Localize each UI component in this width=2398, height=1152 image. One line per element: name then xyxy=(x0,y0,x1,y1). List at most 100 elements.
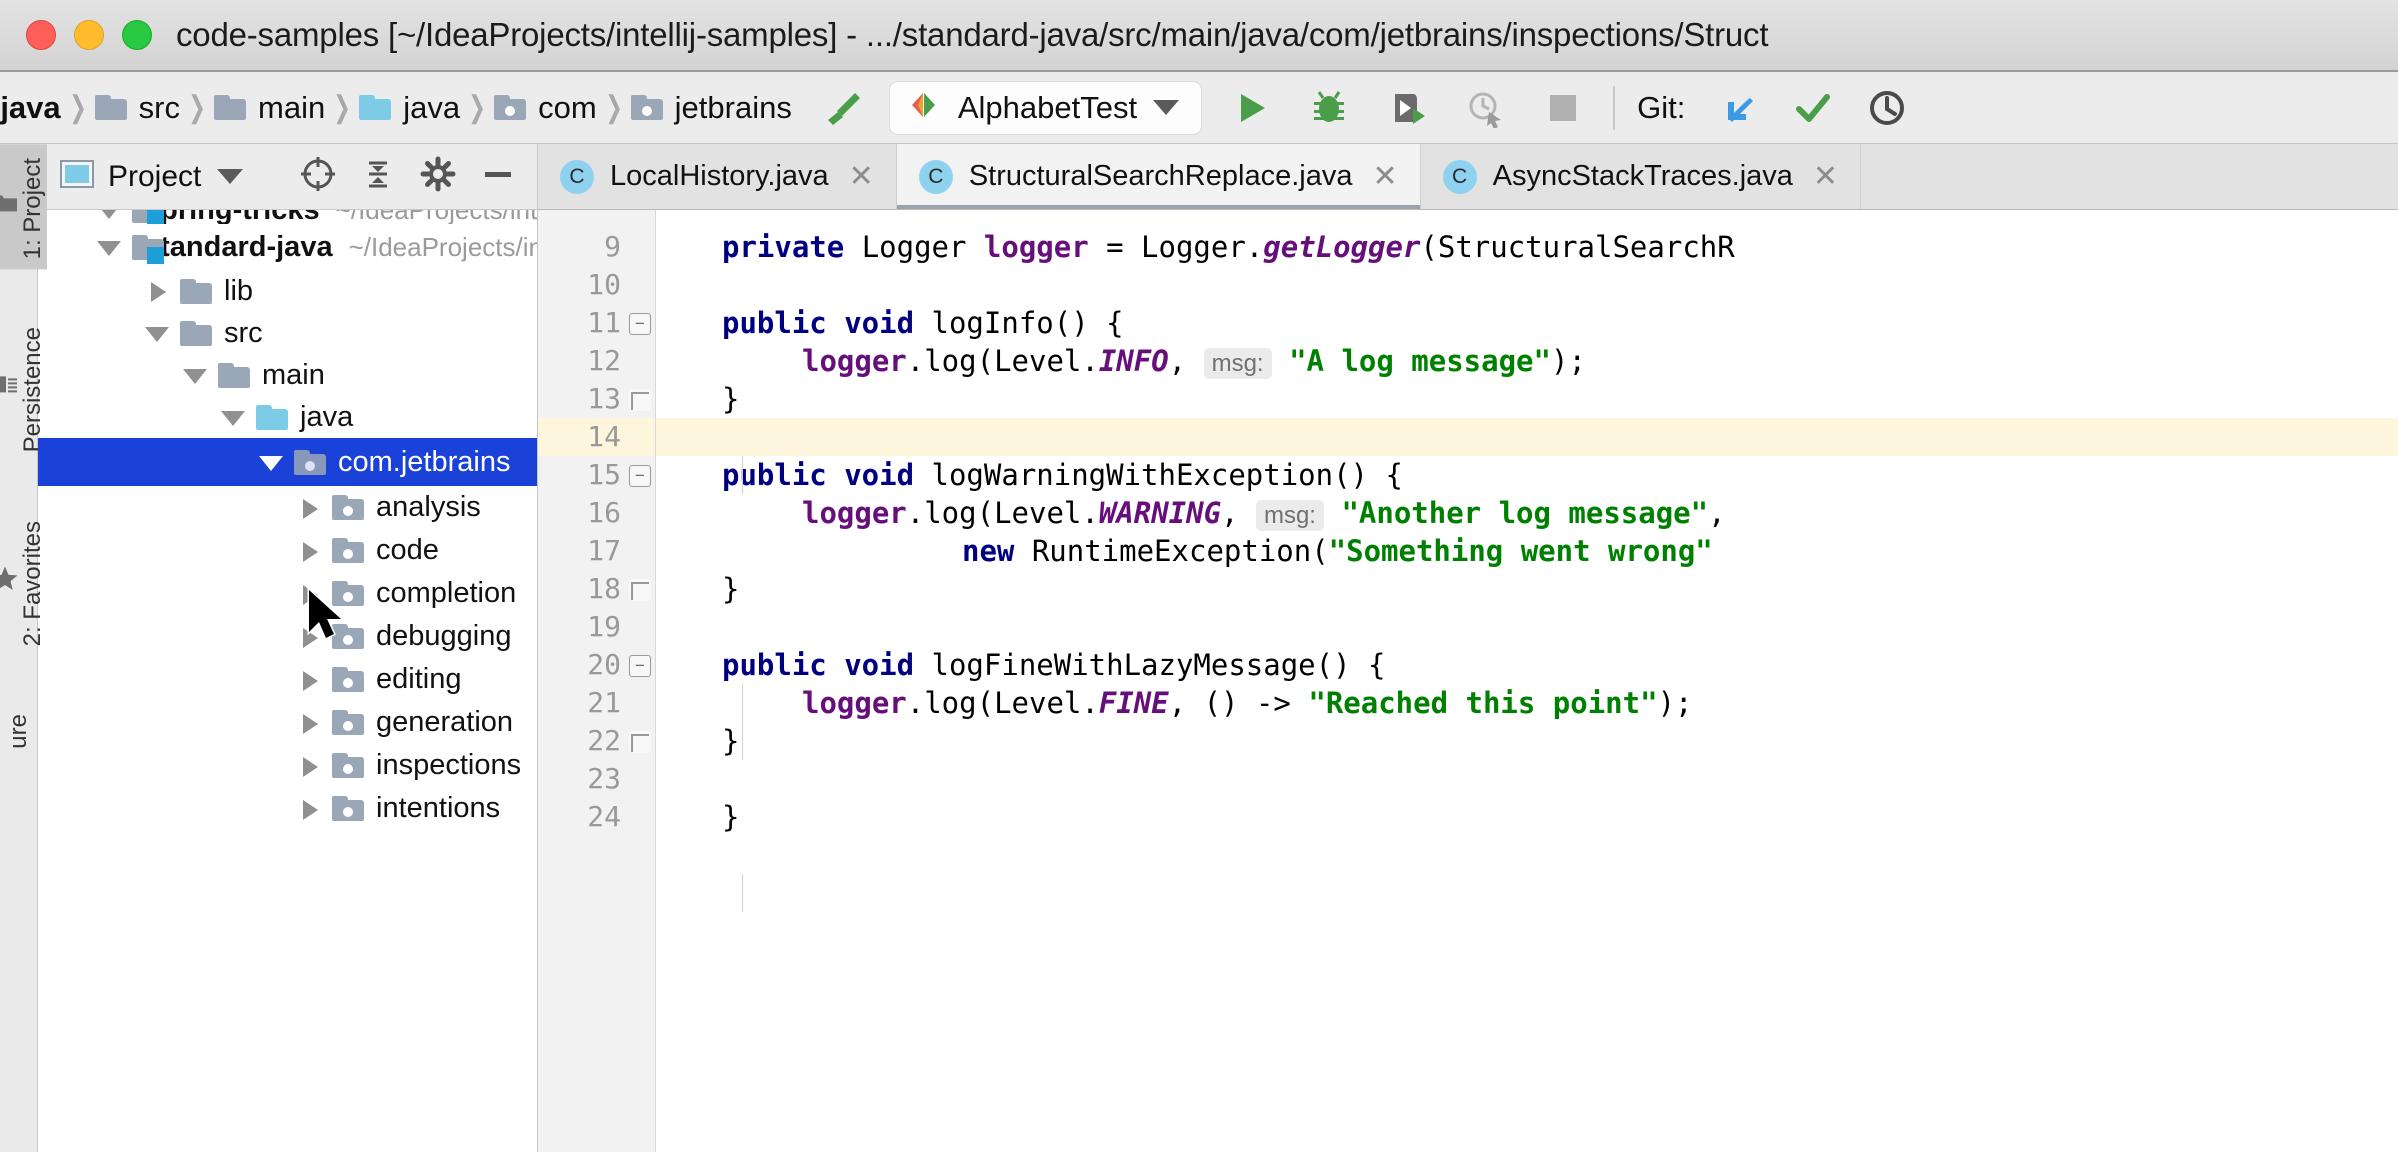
debug-button[interactable] xyxy=(1301,80,1357,136)
java-class-icon: C xyxy=(919,160,953,194)
tree-node[interactable]: intentions xyxy=(38,787,537,830)
code-token: public void xyxy=(722,648,932,682)
fold-end-icon[interactable] xyxy=(629,579,651,601)
folder-icon xyxy=(95,95,127,120)
close-window-button[interactable] xyxy=(26,20,56,50)
chevron-down-icon[interactable] xyxy=(217,169,243,184)
tree-node[interactable]: standard-java ~/IdeaProjects/in xyxy=(38,224,537,270)
tree-node[interactable]: lib xyxy=(38,270,537,312)
tree-node-label: spring-tricks xyxy=(144,210,320,224)
breadcrumb: -java ❯ src ❯ main ❯ java ❯ com ❯ xyxy=(0,90,796,126)
window-title-bar: code-samples [~/IdeaProjects/intellij-sa… xyxy=(0,0,2398,72)
fold-end-icon[interactable] xyxy=(629,389,651,411)
tree-node[interactable]: inspections xyxy=(38,744,537,787)
breadcrumb-item-module[interactable]: -java xyxy=(0,90,65,126)
tree-node[interactable]: completion xyxy=(38,572,537,615)
code-line: new RuntimeException("Something went wro… xyxy=(656,532,2398,570)
chevron-right-icon[interactable] xyxy=(296,796,322,822)
tree-node[interactable]: spring-tricks ~/IdeaProjects/int xyxy=(38,210,537,224)
chevron-right-icon[interactable] xyxy=(296,495,322,521)
project-panel-title: Project xyxy=(108,160,201,194)
code-token: (StructuralSearchR xyxy=(1420,230,1734,264)
tree-node-selected[interactable]: com.jetbrains xyxy=(38,438,537,486)
minus-icon[interactable] xyxy=(479,155,517,198)
tree-node[interactable]: java xyxy=(38,396,537,438)
tree-node[interactable]: editing xyxy=(38,658,537,701)
chevron-down-icon[interactable] xyxy=(1153,100,1179,115)
close-icon[interactable]: ✕ xyxy=(1813,159,1838,194)
editor-tab-asyncstacktraces[interactable]: C AsyncStackTraces.java ✕ xyxy=(1421,144,1861,209)
stop-button[interactable] xyxy=(1535,80,1591,136)
crosshair-target-icon[interactable] xyxy=(299,155,337,198)
code-line: } xyxy=(656,570,2398,608)
chevron-down-icon[interactable] xyxy=(96,234,122,260)
gear-icon[interactable] xyxy=(419,155,457,198)
editor-tab-label: AsyncStackTraces.java xyxy=(1493,160,1793,193)
chevron-right-icon[interactable] xyxy=(296,538,322,564)
code-line: logger.log(Level.INFO, msg: "A log messa… xyxy=(656,342,2398,380)
code-line: } xyxy=(656,722,2398,760)
chevron-down-icon[interactable] xyxy=(220,404,246,430)
code-token: "A log message" xyxy=(1289,344,1551,378)
editor-tab-localhistory[interactable]: C LocalHistory.java ✕ xyxy=(538,144,897,209)
editor-gutter[interactable]: 8 9 10 11 − 12 13 14 15 − 16 17 18 19 xyxy=(538,210,656,1152)
zoom-window-button[interactable] xyxy=(122,20,152,50)
chevron-right-icon[interactable] xyxy=(296,667,322,693)
code-token: logInfo() { xyxy=(932,306,1124,340)
code-token: logger xyxy=(802,686,907,720)
profile-button[interactable] xyxy=(1457,80,1513,136)
package-icon xyxy=(631,95,663,120)
left-tool-window-bar: 1: Project Persistence xyxy=(0,144,38,1152)
code-token: } xyxy=(722,382,739,416)
chevron-down-icon[interactable] xyxy=(182,362,208,388)
fold-collapse-icon[interactable]: − xyxy=(629,655,651,677)
chevron-down-icon[interactable] xyxy=(144,320,170,346)
tree-node[interactable]: generation xyxy=(38,701,537,744)
update-project-icon[interactable] xyxy=(1711,80,1767,136)
fold-collapse-icon[interactable]: − xyxy=(629,465,651,487)
fold-collapse-icon[interactable]: − xyxy=(629,313,651,335)
package-icon xyxy=(332,495,364,520)
tree-node-label: src xyxy=(224,317,263,350)
tree-node[interactable]: src xyxy=(38,312,537,354)
close-icon[interactable]: ✕ xyxy=(849,159,874,194)
tree-node[interactable]: analysis xyxy=(38,486,537,529)
breadcrumb-item-java[interactable]: java xyxy=(355,90,464,126)
breadcrumb-item-src[interactable]: src xyxy=(91,90,184,126)
run-configuration-selector[interactable]: AlphabetTest xyxy=(890,82,1201,134)
chevron-down-icon[interactable] xyxy=(258,449,284,475)
chevron-right-icon[interactable] xyxy=(144,278,170,304)
hammer-icon[interactable] xyxy=(822,87,864,129)
breadcrumb-label: src xyxy=(139,90,180,126)
code-token: RuntimeException( xyxy=(1032,534,1329,568)
code-text-area[interactable]: private Logger logger = Logger.getLogger… xyxy=(656,210,2398,1152)
breadcrumb-item-com[interactable]: com xyxy=(490,90,601,126)
fold-end-icon[interactable] xyxy=(629,731,651,753)
chevron-right-icon[interactable] xyxy=(296,710,322,736)
folder-source-icon xyxy=(256,405,288,430)
chevron-down-icon[interactable] xyxy=(96,210,122,223)
minimize-window-button[interactable] xyxy=(74,20,104,50)
chevron-right-icon[interactable] xyxy=(296,753,322,779)
close-icon[interactable]: ✕ xyxy=(1372,159,1397,194)
collapse-all-icon[interactable] xyxy=(359,155,397,198)
run-with-coverage-button[interactable] xyxy=(1379,80,1435,136)
editor-tab-structuralsearchreplace[interactable]: C StructuralSearchReplace.java ✕ xyxy=(897,144,1421,209)
tree-node[interactable]: debugging xyxy=(38,615,537,658)
run-button[interactable] xyxy=(1223,80,1279,136)
breadcrumb-item-main[interactable]: main xyxy=(210,90,329,126)
tree-node[interactable]: main xyxy=(38,354,537,396)
code-token xyxy=(1324,496,1341,530)
sidebar-item-structure[interactable]: ure xyxy=(5,700,33,759)
code-editor[interactable]: 8 9 10 11 − 12 13 14 15 − 16 17 18 19 xyxy=(538,210,2398,1152)
tree-node[interactable]: code xyxy=(38,529,537,572)
line-number: 19 xyxy=(587,608,621,646)
code-line xyxy=(656,210,2398,228)
project-tree[interactable]: spring-tricks ~/IdeaProjects/int standar… xyxy=(38,210,537,1152)
code-line: } xyxy=(656,798,2398,836)
commit-checkmark-icon[interactable] xyxy=(1785,80,1841,136)
clock-history-icon[interactable] xyxy=(1859,80,1915,136)
breadcrumb-item-jetbrains[interactable]: jetbrains xyxy=(627,90,796,126)
run-config-name: AlphabetTest xyxy=(958,90,1137,126)
parameter-hint: msg: xyxy=(1204,348,1272,379)
